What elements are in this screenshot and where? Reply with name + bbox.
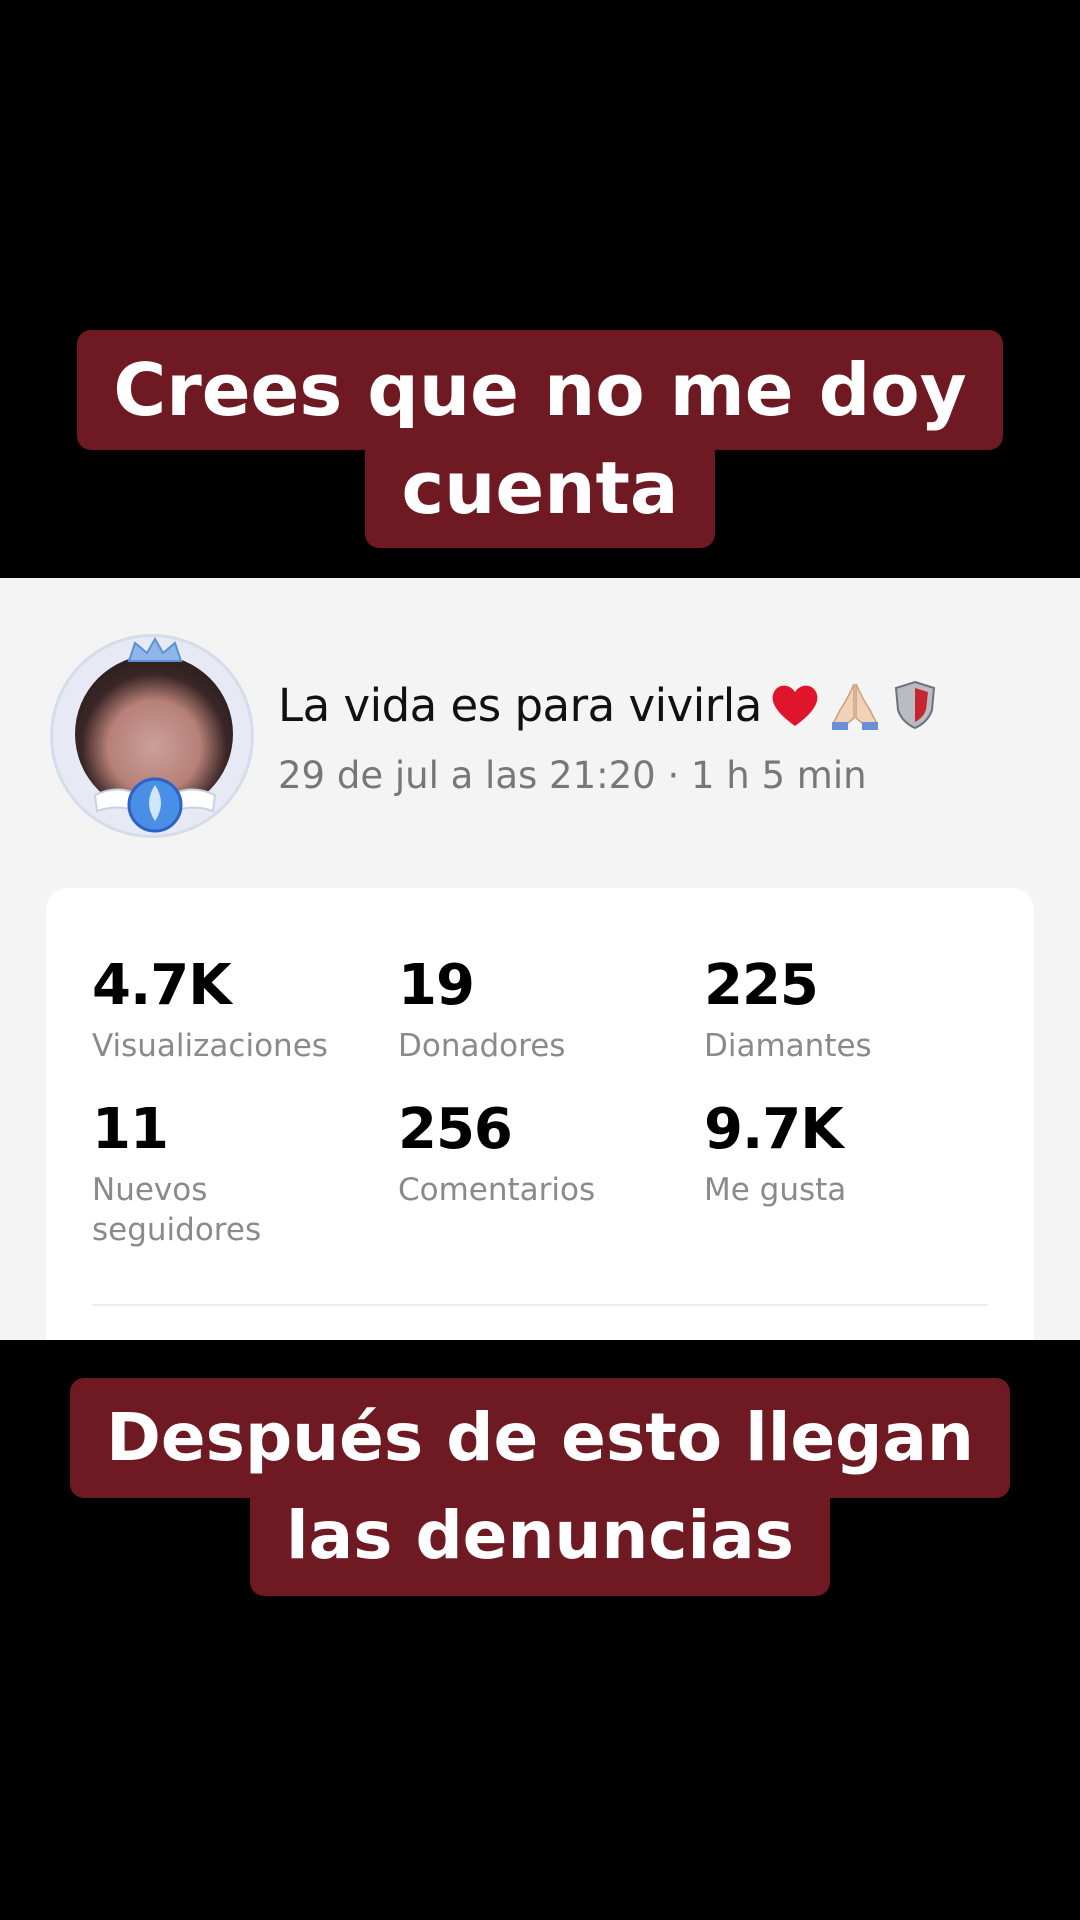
stat-donors: 19 Donadores	[398, 953, 566, 1065]
stat-likes: 9.7K Me gusta	[704, 1097, 847, 1209]
avatar[interactable]	[50, 634, 254, 838]
caption-bottom-line-2: las denuncias	[0, 1476, 1080, 1596]
level-badge-icon	[93, 777, 217, 833]
shield-icon	[894, 680, 935, 730]
stats-card: 4.7K Visualizaciones 19 Donadores 225 Di…	[46, 888, 1034, 1340]
stat-views: 4.7K Visualizaciones	[92, 953, 328, 1065]
profile-name[interactable]: La vida es para vivirla	[278, 678, 942, 732]
stat-diamonds: 225 Diamantes	[704, 953, 872, 1065]
stat-new-followers: 11 Nuevos seguidores	[92, 1097, 262, 1249]
divider	[92, 1304, 988, 1306]
live-date-duration: 29 de jul a las 21:20 · 1 h 5 min	[278, 754, 867, 797]
caption-top-line-2: cuenta	[0, 428, 1080, 548]
stat-comments: 256 Comentarios	[398, 1097, 596, 1209]
profile-name-text: La vida es para vivirla	[278, 678, 762, 732]
folded-hands-icon	[831, 683, 878, 730]
crown-icon	[127, 637, 183, 662]
live-summary-panel: La vida es para vivirla 29 de jul a las …	[0, 578, 1080, 1340]
red-heart-icon	[772, 685, 818, 726]
